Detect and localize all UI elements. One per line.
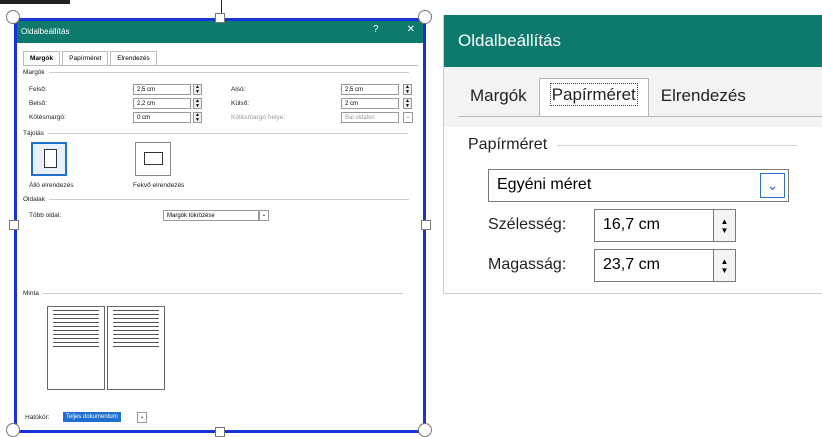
page-setup-dialog-zoom: Oldalbeállítás Margók Papírméret Elrende… — [443, 15, 822, 294]
section-paper-size: Papírméret — [468, 136, 798, 154]
close-icon[interactable]: ✕ — [407, 24, 415, 35]
label-gutter-position: Kötésmargó helye: — [231, 114, 286, 121]
dialog-title: Oldalbeállítás — [21, 26, 70, 36]
input-height[interactable]: 23,7 cm — [594, 249, 714, 282]
spinner-inside[interactable]: ▲ ▼ — [193, 98, 202, 109]
cropped-caption-fragment — [0, 0, 70, 4]
resize-handle-left[interactable] — [9, 220, 19, 230]
landscape-label: Fekvő elrendezés — [133, 182, 185, 189]
tab-panel-margins: Margók Felső: 2,5 cm ▲ ▼ Belső: 2,2 cm ▲ ▼… — [23, 65, 418, 425]
help-icon[interactable]: ? — [373, 24, 379, 35]
input-inside[interactable]: 2,2 cm — [133, 98, 191, 109]
spinner-height[interactable]: ▲ ▼ — [714, 249, 736, 282]
resize-handle-right[interactable] — [421, 220, 431, 230]
spinner-gutter[interactable]: ▲ ▼ — [193, 112, 202, 123]
tab-paper-size[interactable]: Papírméret — [538, 78, 649, 116]
page-setup-dialog-small: Oldalbeállítás ? ✕ Margók Papírméret Elr… — [14, 18, 426, 433]
input-gutter[interactable]: 0 cm — [133, 112, 191, 123]
resize-handle-top[interactable] — [215, 13, 225, 23]
portrait-page-icon — [44, 149, 57, 168]
tab-layout[interactable]: Elrendezés — [110, 51, 157, 65]
resize-handle-bottom-right[interactable] — [418, 423, 432, 437]
landscape-page-icon — [144, 152, 163, 165]
spinner-top[interactable]: ▲ ▼ — [193, 84, 202, 95]
label-height: Magasság: — [488, 256, 567, 273]
chevron-down-icon[interactable]: ⌄ — [760, 173, 785, 198]
landscape-button[interactable] — [135, 142, 171, 176]
chevron-down-icon[interactable]: ⌄ — [137, 412, 147, 423]
label-outside: Külső: — [231, 100, 250, 107]
dialog-thumbnail[interactable]: Oldalbeállítás ? ✕ Margók Papírméret Elr… — [14, 18, 426, 433]
section-margins: Margók — [23, 69, 409, 76]
section-rule — [557, 144, 798, 146]
input-top[interactable]: 2,5 cm — [133, 84, 191, 95]
label-inside: Belső: — [29, 100, 48, 107]
label-gutter: Kötésmargó: — [29, 114, 66, 121]
label-top: Felső: — [29, 86, 47, 93]
section-preview: Minta — [23, 290, 403, 297]
tab-paper-size-label: Papírméret — [549, 83, 638, 106]
resize-handle-top-left[interactable] — [6, 10, 20, 24]
section-orientation: Tájolás — [23, 130, 408, 137]
input-width[interactable]: 16,7 cm — [594, 209, 714, 242]
portrait-button[interactable] — [31, 142, 67, 176]
resize-handle-top-right[interactable] — [418, 10, 432, 24]
label-apply-to: Hatókör: — [25, 414, 50, 421]
zoom-tab-underline — [458, 116, 822, 117]
preview-right-page — [107, 306, 165, 390]
section-paper-size-label: Papírméret — [468, 136, 548, 153]
chevron-down-icon[interactable]: ⌄ — [403, 112, 413, 123]
preview-left-page — [47, 306, 105, 390]
section-label: Margók — [23, 69, 45, 76]
tab-margins[interactable]: Margók — [458, 78, 539, 116]
select-apply-to[interactable]: Teljes dokumentum — [63, 412, 121, 422]
select-multiple-pages[interactable]: Margók tükrözése — [163, 210, 259, 221]
section-label: Oldalak — [23, 196, 46, 203]
zoom-dialog-title: Oldalbeállítás — [458, 31, 562, 50]
select-gutter-position[interactable]: Bal oldalon — [341, 112, 399, 123]
spinner-outside[interactable]: ▲ ▼ — [403, 98, 412, 109]
label-multiple-pages: Több oldal: — [29, 212, 62, 219]
zoom-tab-strip: Margók Papírméret Elrendezés — [458, 78, 758, 116]
section-pages: Oldalak — [23, 196, 410, 203]
label-width: Szélesség: — [488, 216, 567, 233]
section-label: Tájolás — [23, 130, 44, 137]
select-paper-size[interactable]: Egyéni méret — [488, 169, 789, 202]
spinner-width[interactable]: ▲ ▼ — [714, 209, 736, 242]
tab-layout[interactable]: Elrendezés — [648, 78, 758, 116]
tab-margins[interactable]: Margók — [23, 51, 61, 65]
input-bottom[interactable]: 2,5 cm — [341, 84, 399, 95]
resize-handle-bottom-left[interactable] — [6, 423, 20, 437]
label-bottom: Alsó: — [231, 86, 246, 93]
resize-handle-bottom[interactable] — [215, 427, 225, 437]
section-label: Minta — [23, 290, 39, 297]
spinner-bottom[interactable]: ▲ ▼ — [403, 84, 412, 95]
tab-strip: Margók Papírméret Elrendezés — [23, 51, 159, 65]
portrait-label: Álló elrendezés — [29, 182, 74, 189]
input-outside[interactable]: 2 cm — [341, 98, 399, 109]
tab-paper-size[interactable]: Papírméret — [62, 51, 109, 65]
zoom-titlebar: Oldalbeállítás — [444, 15, 822, 67]
chevron-down-icon[interactable]: ⌄ — [259, 210, 269, 221]
